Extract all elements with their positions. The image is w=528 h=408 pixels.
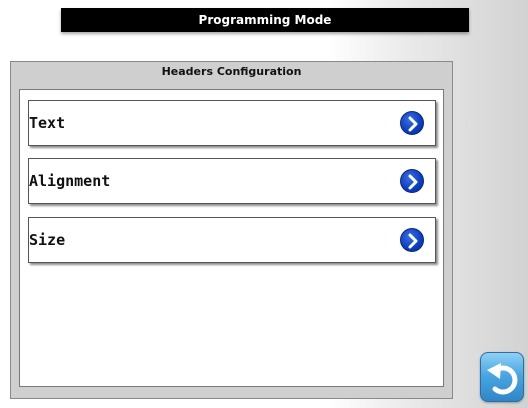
menu-item-label: Alignment bbox=[29, 172, 111, 190]
chevron-right-icon[interactable] bbox=[400, 169, 424, 193]
menu-item-size[interactable]: Size bbox=[28, 217, 436, 263]
panel-title: Headers Configuration bbox=[161, 65, 302, 78]
chevron-right-icon[interactable] bbox=[400, 228, 424, 252]
headers-configuration-panel: Headers Configuration Text Alignment Siz… bbox=[10, 61, 453, 399]
chevron-right-icon[interactable] bbox=[400, 111, 424, 135]
menu-item-label: Text bbox=[29, 114, 66, 132]
back-arrow-icon bbox=[487, 363, 518, 395]
title-bar: Programming Mode bbox=[61, 8, 469, 32]
menu-item-text[interactable]: Text bbox=[28, 100, 436, 146]
page-title: Programming Mode bbox=[198, 13, 332, 27]
menu-item-label: Size bbox=[29, 231, 66, 249]
menu-list: Text Alignment Size bbox=[19, 89, 444, 387]
back-button[interactable] bbox=[480, 352, 524, 402]
menu-item-alignment[interactable]: Alignment bbox=[28, 158, 436, 204]
